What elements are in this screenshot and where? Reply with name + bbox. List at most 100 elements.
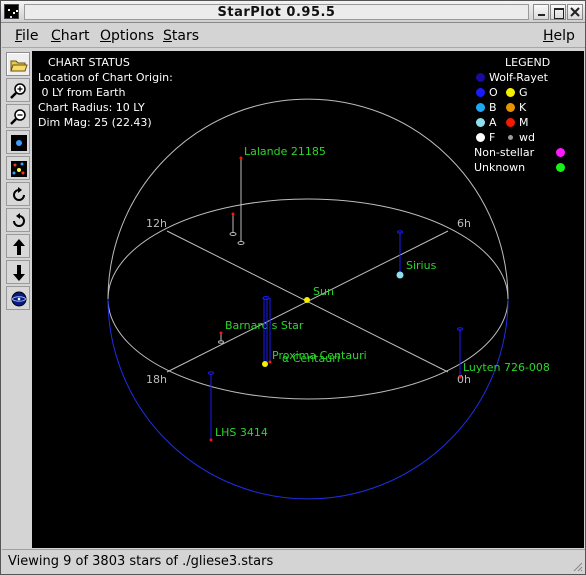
tilt-down-button[interactable] — [6, 260, 30, 284]
star-luyten-726-008[interactable]: Luyten 726-008 — [457, 327, 550, 379]
legend-label-k: K — [519, 101, 527, 114]
legend-row-wolf-rayet: Wolf-Rayet — [474, 70, 584, 85]
menu-chart[interactable]: Chart — [51, 28, 89, 44]
zoom-in-button[interactable] — [6, 78, 30, 102]
reset-view-button[interactable] — [6, 286, 30, 310]
open-file-button[interactable] — [6, 52, 30, 76]
menu-help[interactable]: Help — [543, 28, 575, 44]
app-icon[interactable] — [4, 4, 19, 19]
dim-magnitude: Dim Mag: 25 (22.43) — [38, 116, 152, 129]
resize-grip-icon[interactable] — [571, 560, 583, 572]
chart-origin-value: 0 LY from Earth — [38, 86, 126, 99]
minimize-button[interactable] — [533, 4, 549, 20]
hour-label-0h: 0h — [457, 373, 471, 386]
rotate-clockwise-button[interactable] — [6, 182, 30, 206]
magnitude-decrease-icon — [11, 135, 27, 151]
hour-label-12h: 12h — [146, 217, 167, 230]
star-sun[interactable]: Sun — [304, 285, 334, 303]
legend-label-wd: wd — [519, 131, 535, 144]
legend-label-o: O — [489, 86, 498, 99]
rotate-counterclockwise-icon — [13, 213, 25, 227]
maximize-button[interactable] — [550, 4, 566, 20]
legend-row-unknown: Unknown — [474, 160, 584, 175]
legend-dot-m — [506, 118, 515, 127]
star-lhs-3414[interactable]: LHS 3414 — [208, 371, 268, 442]
tilt-up-icon — [13, 239, 25, 255]
chart-radius: Chart Radius: 10 LY — [38, 101, 145, 114]
status-bar: Viewing 9 of 3803 stars of ./gliese3.sta… — [2, 549, 585, 574]
star-unnamed-red-dwarf[interactable] — [229, 212, 237, 236]
legend-dot-f — [476, 133, 485, 142]
legend-label-m: M — [519, 116, 529, 129]
legend-dot-k — [506, 103, 515, 112]
zoom-in-icon — [10, 83, 26, 99]
legend-dot-wolf-rayet — [476, 73, 485, 82]
rotate-counterclockwise-button[interactable] — [6, 208, 30, 232]
legend-dot-wd — [508, 135, 513, 140]
chart-origin-label: Location of Chart Origin: — [38, 71, 173, 84]
star-label: Sun — [313, 285, 334, 298]
chart-status-panel: CHART STATUS Location of Chart Origin: 0… — [38, 55, 173, 130]
menu-options[interactable]: Options — [100, 28, 154, 44]
close-button[interactable] — [567, 4, 583, 20]
menu-options-label: ptions — [111, 28, 155, 44]
legend-title: LEGEND — [505, 56, 551, 69]
legend-dot-o — [476, 88, 485, 97]
star-label: Sirius — [406, 259, 437, 272]
menu-stars-label: tars — [171, 28, 200, 44]
legend-dot-g — [506, 88, 515, 97]
legend-label-unknown: Unknown — [474, 161, 526, 174]
brighten-magnitude-button[interactable] — [6, 156, 30, 180]
legend-row-b-k: B K — [474, 100, 584, 115]
legend-label-f: F — [489, 131, 496, 144]
legend-row-f-wd: F wd — [474, 130, 584, 145]
tilt-up-button[interactable] — [6, 234, 30, 258]
star-lalande-21185[interactable]: Lalande 21185 — [237, 145, 326, 245]
menu-file-mnemonic: F — [15, 28, 23, 44]
legend-dot-non-stellar — [556, 148, 565, 157]
starplot-window: StarPlot 0.95.5 File Chart Options Stars… — [0, 0, 586, 575]
menu-chart-mnemonic: C — [51, 28, 61, 44]
menu-help-label: elp — [553, 28, 575, 44]
open-folder-icon — [10, 60, 28, 72]
menu-bar: File Chart Options Stars Help — [2, 24, 585, 48]
legend-dot-b — [476, 103, 485, 112]
legend-dot-unknown — [556, 163, 565, 172]
rotate-clockwise-icon — [13, 187, 25, 201]
tilt-down-icon — [13, 265, 25, 281]
status-text: Viewing 9 of 3803 stars of ./gliese3.sta… — [8, 554, 274, 569]
star-label: Luyten 726-008 — [463, 361, 550, 374]
star-label: Proxima Centauri — [272, 349, 367, 362]
hour-label-6h: 6h — [457, 217, 471, 230]
legend-label-g: G — [519, 86, 528, 99]
title-bar[interactable]: StarPlot 0.95.5 — [1, 1, 585, 23]
menu-file[interactable]: File — [15, 28, 38, 44]
zoom-out-icon — [10, 109, 26, 125]
star-sirius[interactable]: Sirius — [396, 230, 437, 279]
title-frame: StarPlot 0.95.5 — [24, 4, 529, 20]
star-label: Lalande 21185 — [244, 145, 326, 158]
legend: LEGEND Wolf-Rayet O G B K A M F wd Non-s… — [474, 55, 584, 175]
legend-row-o-g: O G — [474, 85, 584, 100]
legend-label-b: B — [489, 101, 497, 114]
reset-view-icon — [11, 291, 27, 307]
legend-label-wolf-rayet: Wolf-Rayet — [489, 71, 548, 84]
legend-label-a: A — [489, 116, 497, 129]
star-label: LHS 3414 — [215, 426, 268, 439]
toolbar — [6, 52, 30, 312]
hour-label-18h: 18h — [146, 373, 167, 386]
dim-magnitude-button[interactable] — [6, 130, 30, 154]
star-chart-canvas[interactable]: 12h 6h 18h 0h Lalande 21185 Sirius Sun B… — [32, 51, 584, 548]
menu-stars-mnemonic: S — [163, 28, 172, 44]
menu-options-mnemonic: O — [100, 28, 112, 44]
legend-dot-a — [476, 118, 485, 127]
close-icon — [570, 7, 580, 17]
chart-status-heading: CHART STATUS — [48, 56, 130, 69]
legend-label-non-stellar: Non-stellar — [474, 146, 535, 159]
zoom-out-button[interactable] — [6, 104, 30, 128]
legend-row-non-stellar: Non-stellar — [474, 145, 584, 160]
menu-stars[interactable]: Stars — [163, 28, 199, 44]
legend-row-a-m: A M — [474, 115, 584, 130]
menu-chart-label: hart — [60, 28, 90, 44]
magnitude-increase-icon — [11, 161, 27, 177]
